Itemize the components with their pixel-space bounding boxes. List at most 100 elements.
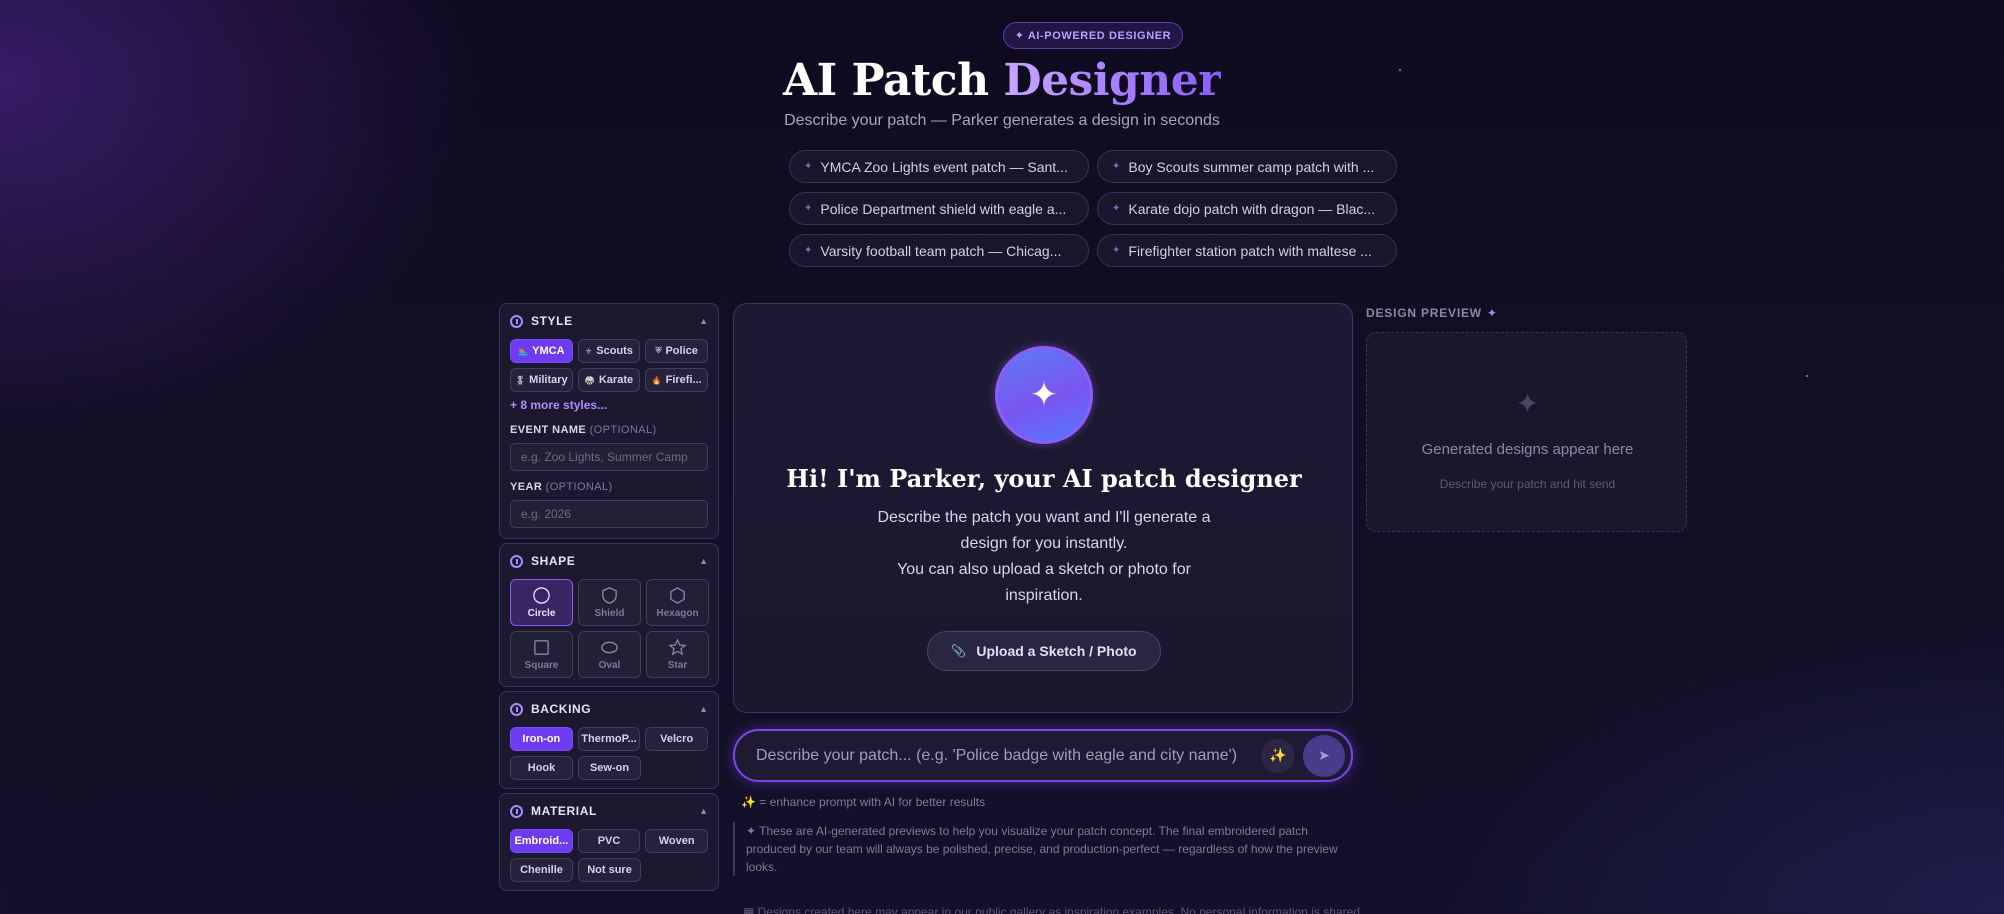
- config-panel: STYLE ▲ 🏊 YMCA ⚜ Scouts ⛨ Police 🎖 Military …: [499, 303, 719, 895]
- collapse-icon[interactable]: ▲: [699, 556, 708, 566]
- paperclip-icon: 📎: [951, 644, 967, 658]
- fire-icon: 🔥: [651, 375, 662, 385]
- square-icon: [534, 640, 549, 655]
- info-icon: [510, 554, 523, 568]
- prompt-input[interactable]: Describe your patch... (e.g. 'Police bad…: [756, 747, 1261, 765]
- more-styles-link[interactable]: + 8 more styles...: [510, 398, 708, 412]
- chat-intro-line: Describe the patch you want and I'll gen…: [877, 509, 1211, 552]
- shield-icon: [602, 587, 617, 604]
- title-accent: Designer: [1003, 55, 1221, 106]
- shape-option-shield[interactable]: Shield: [578, 579, 641, 626]
- shape-option-oval[interactable]: Oval: [578, 631, 641, 678]
- style-option-ymca[interactable]: 🏊 YMCA: [510, 339, 573, 363]
- chat-intro: Describe the patch you want and I'll gen…: [864, 505, 1224, 609]
- chat-intro-line: You can also upload a sketch or photo fo…: [897, 561, 1191, 604]
- example-prompt-chip[interactable]: ✦ Varsity football team patch — Chicag...: [789, 234, 1089, 267]
- sparkle-icon: ✦: [1112, 203, 1121, 214]
- section-title: STYLE: [531, 314, 573, 328]
- material-section: MATERIAL ▲ Embroid... PVC Woven Chenille…: [499, 793, 719, 891]
- year-label: YEAR (OPTIONAL): [510, 481, 613, 493]
- style-header[interactable]: STYLE ▲: [510, 313, 708, 329]
- example-prompt-chip[interactable]: ✦ Karate dojo patch with dragon — Blac...: [1097, 192, 1397, 225]
- enhance-prompt-button[interactable]: ✨: [1261, 738, 1295, 773]
- sparkle-icon: ✦: [1515, 388, 1540, 419]
- shape-option-circle[interactable]: Circle: [510, 579, 573, 626]
- style-option-police[interactable]: ⛨ Police: [645, 339, 709, 363]
- backing-header[interactable]: BACKING ▲: [510, 701, 708, 717]
- sparkle-icon: ✦: [804, 245, 813, 256]
- badge-icon: ⛨: [655, 346, 662, 355]
- style-section: STYLE ▲ 🏊 YMCA ⚜ Scouts ⛨ Police 🎖 Military …: [499, 303, 719, 539]
- chat-card: ✦ Hi! I'm Parker, your AI patch designer…: [733, 303, 1353, 713]
- event-name-input[interactable]: e.g. Zoo Lights, Summer Camp: [510, 443, 708, 471]
- sparkle-icon: ✦: [1486, 306, 1498, 320]
- example-prompt-chip[interactable]: ✦ Police Department shield with eagle a..…: [789, 192, 1089, 225]
- upload-sketch-button[interactable]: 📎 Upload a Sketch / Photo: [927, 631, 1161, 671]
- style-option-military[interactable]: 🎖 Military: [510, 368, 573, 392]
- section-title: MATERIAL: [531, 804, 597, 818]
- shape-header[interactable]: SHAPE ▲: [510, 553, 708, 569]
- example-prompt-chip[interactable]: ✦ Boy Scouts summer camp patch with ...: [1097, 150, 1397, 183]
- gallery-note: ▦ Designs created here may appear in our…: [743, 905, 1363, 914]
- martial-arts-icon: 🥋: [584, 375, 595, 385]
- backing-option-sew-on[interactable]: Sew-on: [578, 756, 641, 780]
- backing-section: BACKING ▲ Iron-on ThermoP... Velcro Hook…: [499, 691, 719, 789]
- backing-option-velcro[interactable]: Velcro: [645, 727, 709, 751]
- example-prompt-chip[interactable]: ✦ YMCA Zoo Lights event patch — Sant...: [789, 150, 1089, 183]
- send-icon: ➤: [1318, 747, 1330, 763]
- hexagon-icon: [670, 587, 685, 604]
- ai-disclaimer: ✦ These are AI-generated previews to hel…: [733, 822, 1343, 876]
- enhance-hint: ✨ = enhance prompt with AI for better re…: [741, 795, 986, 809]
- backing-option-iron-on[interactable]: Iron-on: [510, 727, 573, 751]
- year-input[interactable]: e.g. 2026: [510, 500, 708, 528]
- collapse-icon[interactable]: ▲: [699, 704, 708, 714]
- sparkle-icon: ✦: [804, 161, 813, 172]
- prompt-bar[interactable]: Describe your patch... (e.g. 'Police bad…: [733, 729, 1353, 782]
- backing-option-thermoplastic[interactable]: ThermoP...: [577, 727, 641, 751]
- collapse-icon[interactable]: ▲: [699, 806, 708, 816]
- send-button[interactable]: ➤: [1303, 734, 1345, 777]
- collapse-icon[interactable]: ▲: [699, 316, 708, 326]
- example-prompt-chip[interactable]: ✦ Firefighter station patch with maltese …: [1097, 234, 1397, 267]
- shape-option-hexagon[interactable]: Hexagon: [646, 579, 709, 626]
- style-option-scouts[interactable]: ⚜ Scouts: [577, 339, 641, 363]
- star-icon: [668, 638, 687, 656]
- magic-wand-icon: ✨: [741, 795, 756, 809]
- preview-empty-title: Generated designs appear here: [1421, 441, 1634, 458]
- oval-icon: [601, 641, 618, 654]
- material-option-embroidered[interactable]: Embroid...: [510, 829, 573, 853]
- fleur-de-lis-icon: ⚜: [585, 346, 593, 356]
- parker-avatar-glow: ✦: [989, 340, 1099, 450]
- sparkle-icon: ✦: [1112, 161, 1121, 172]
- swimmer-icon: 🏊: [518, 346, 529, 356]
- page-title: AI Patch Designer: [0, 55, 2004, 106]
- title-main: AI Patch: [783, 55, 1004, 106]
- style-option-karate[interactable]: 🥋 Karate: [577, 368, 641, 392]
- info-icon: [510, 314, 523, 328]
- magic-wand-icon: ✨: [1269, 747, 1287, 763]
- chat-greeting: Hi! I'm Parker, your AI patch designer: [786, 464, 1302, 493]
- material-option-not-sure[interactable]: Not sure: [578, 858, 641, 882]
- sparkle-icon: ✦: [804, 203, 813, 214]
- circle-icon: [533, 587, 550, 604]
- style-option-firefighter[interactable]: 🔥 Firefi...: [645, 368, 709, 392]
- material-option-chenille[interactable]: Chenille: [510, 858, 573, 882]
- preview-empty-subtitle: Describe your patch and hit send: [1439, 477, 1616, 491]
- medal-icon: 🎖: [515, 375, 526, 385]
- ai-powered-badge: ✦ AI-POWERED DESIGNER: [1003, 22, 1183, 49]
- material-header[interactable]: MATERIAL ▲: [510, 803, 708, 819]
- sparkle-icon: ✦: [1112, 245, 1121, 256]
- star-dot: [1806, 375, 1808, 377]
- design-preview-area: ✦ Generated designs appear here Describe…: [1366, 332, 1687, 532]
- design-preview-label: DESIGN PREVIEW ✦: [1366, 306, 1498, 320]
- backing-option-hook[interactable]: Hook: [510, 756, 573, 780]
- info-icon: [510, 804, 523, 818]
- sparkle-icon: ✦: [995, 346, 1093, 444]
- section-title: BACKING: [531, 702, 592, 716]
- example-prompts: ✦ YMCA Zoo Lights event patch — Sant... ✦…: [789, 150, 1397, 267]
- material-option-pvc[interactable]: PVC: [577, 829, 641, 853]
- shape-option-square[interactable]: Square: [510, 631, 573, 678]
- page-subtitle: Describe your patch — Parker generates a…: [784, 112, 1220, 129]
- material-option-woven[interactable]: Woven: [645, 829, 709, 853]
- shape-option-star[interactable]: Star: [646, 631, 709, 678]
